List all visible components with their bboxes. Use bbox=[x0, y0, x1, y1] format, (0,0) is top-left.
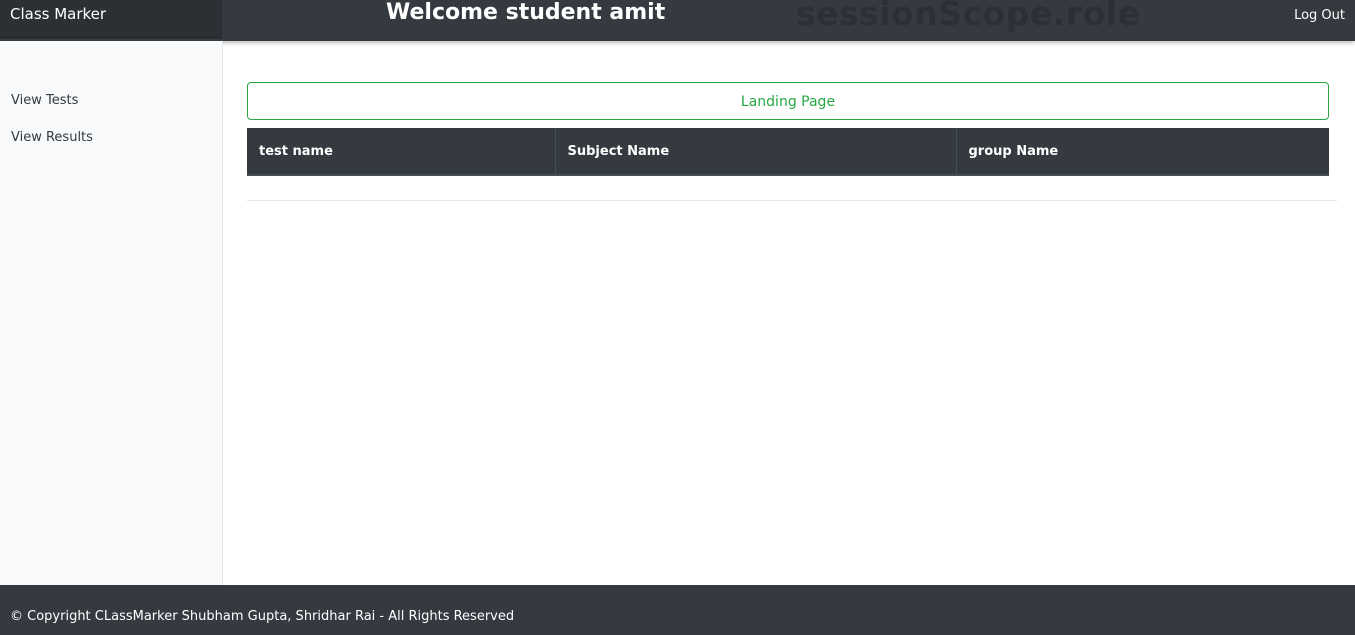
sidebar-item-view-results[interactable]: View Results bbox=[11, 129, 93, 147]
footer: © Copyright CLassMarker Shubham Gupta, S… bbox=[0, 585, 1355, 635]
brand-link[interactable]: Class Marker bbox=[0, 0, 222, 38]
content-divider bbox=[247, 200, 1337, 201]
sidebar-item-view-tests[interactable]: View Tests bbox=[11, 92, 78, 110]
column-header-group-name: group Name bbox=[956, 128, 1329, 176]
top-navbar: Class Marker Welcome student amit sessio… bbox=[0, 0, 1355, 41]
tests-table: test name Subject Name group Name bbox=[247, 128, 1329, 176]
welcome-heading: Welcome student amit bbox=[386, 0, 666, 25]
column-header-test-name: test name bbox=[247, 128, 556, 176]
logout-link[interactable]: Log Out bbox=[1294, 0, 1345, 31]
footer-copyright: © Copyright CLassMarker Shubham Gupta, S… bbox=[10, 609, 515, 624]
landing-page-button[interactable]: Landing Page bbox=[247, 82, 1329, 120]
column-header-subject-name: Subject Name bbox=[555, 128, 957, 176]
sidebar: View Tests View Results bbox=[0, 41, 223, 585]
role-label: sessionScope.role bbox=[796, 0, 1141, 33]
table-header-row: test name Subject Name group Name bbox=[247, 128, 1329, 176]
